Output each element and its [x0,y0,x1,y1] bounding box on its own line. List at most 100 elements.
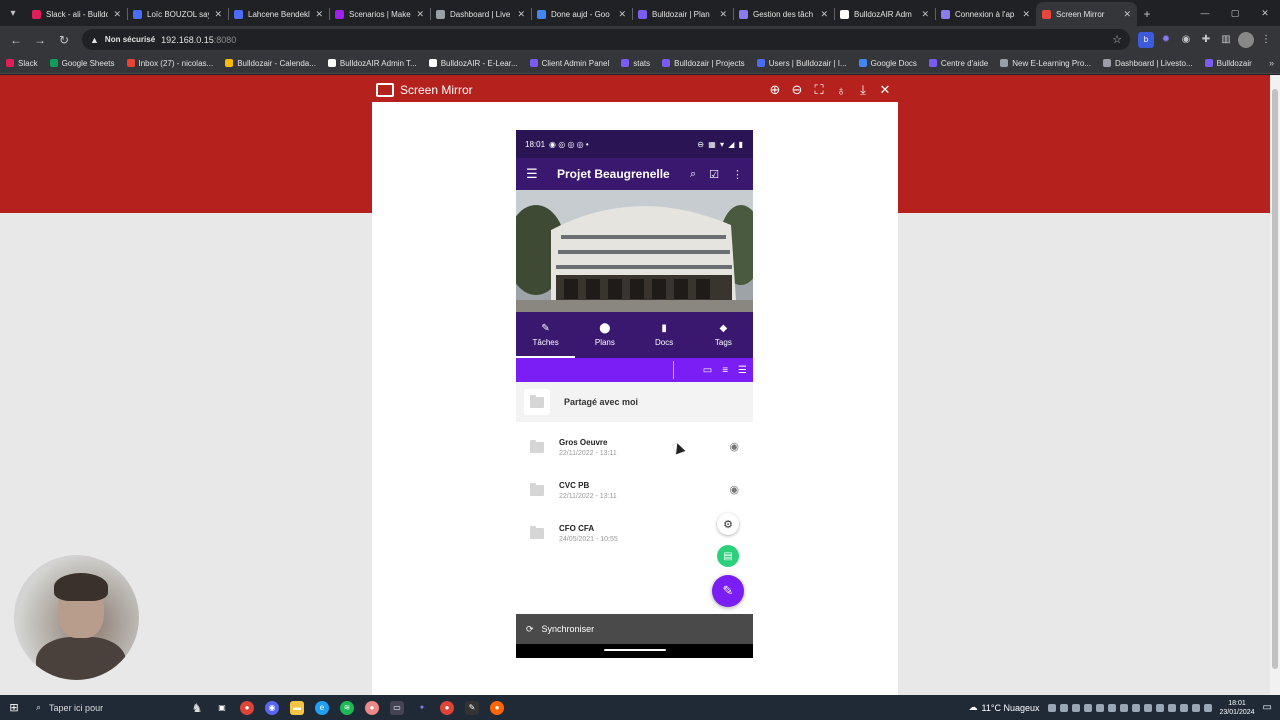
back-icon[interactable]: ← [6,30,26,50]
windows-start-icon[interactable]: ⊞ [0,701,28,714]
spotify-icon[interactable]: ≋ [340,700,354,715]
browser-tab[interactable]: Connexion à l'ap ✕ [935,2,1036,26]
bookmark-item[interactable]: Client Admin Panel [529,59,609,68]
shared-with-me-row[interactable]: Partagé avec moi [516,382,753,422]
tab-search-icon[interactable]: ▾ [0,0,26,26]
chrome-icon[interactable]: ● [240,700,254,715]
visibility-eye-icon[interactable]: ◉ [729,440,739,453]
download-icon[interactable]: ⤓ [856,82,870,98]
scrollbar-thumb[interactable] [1272,89,1278,669]
bookmark-item[interactable]: Dashboard | Livesto... [1102,59,1193,68]
bookmark-item[interactable]: Slack [6,59,38,68]
extension-icon[interactable]: ✹ [1158,32,1174,48]
discord-icon[interactable]: ◉ [265,700,279,715]
project-tab-0[interactable]: ✎ Tâches [516,312,576,358]
bookmark-item[interactable]: Bulldozair - Calenda... [225,59,316,68]
app-icon[interactable]: ✦ [415,701,429,715]
close-icon[interactable]: ✕ [878,82,892,98]
tray-icon[interactable] [1143,703,1152,712]
close-tab-icon[interactable]: ✕ [416,9,424,20]
profile-avatar[interactable] [1238,31,1254,48]
close-tab-icon[interactable]: ✕ [820,9,828,20]
bookmark-item[interactable]: Centre d'aide [928,59,988,68]
browser-menu-icon[interactable]: ⋮ [1258,32,1274,48]
extension-icon[interactable]: ◉ [1178,32,1194,48]
weather-widget[interactable]: ☁ 11°C Nuageux [969,702,1040,713]
tray-icon[interactable] [1179,703,1188,712]
tray-icon[interactable] [1203,703,1212,712]
browser-tab[interactable]: Dashboard | Live ✕ [430,2,531,26]
edit-fab-icon[interactable]: ✎ [712,575,744,607]
browser-tab[interactable]: Lahcene Bendekl ✕ [228,2,329,26]
tray-icon[interactable] [1119,703,1128,712]
bookmark-item[interactable]: Google Sheets [49,59,115,68]
sort-icon[interactable]: ≡ [722,365,728,376]
zebra-icon[interactable]: ♞ [190,701,204,715]
tray-icon[interactable] [1083,703,1092,712]
address-bar[interactable]: ▲ Non sécurisé 192.168.0.15:8080 ☆ [82,29,1130,50]
project-tab-1[interactable]: ⬤ Plans [575,312,634,358]
close-tab-icon[interactable]: ✕ [719,9,727,20]
tray-icon[interactable] [1059,703,1068,712]
browser-tab[interactable]: Bulldozair | Plan ✕ [632,2,733,26]
close-tab-icon[interactable]: ✕ [214,9,222,20]
chrome-icon[interactable]: ● [440,700,454,715]
bookmark-item[interactable]: stats [621,59,650,68]
bookmark-item[interactable]: BulldozAIR - E-Lear... [428,59,518,68]
view-toggle-icon[interactable]: ☰ [738,365,747,376]
overflow-menu-icon[interactable]: ⋮ [732,168,743,181]
live-icon[interactable]: ▭ [390,700,404,715]
sync-bar[interactable]: ⟳ Synchroniser [516,614,753,644]
forward-icon[interactable]: → [30,30,50,50]
bookmark-item[interactable]: Google Docs [858,59,917,68]
browser-tab[interactable]: Gestion des tâch ✕ [733,2,834,26]
browser-tab[interactable]: Slack - ali - Bulldozair ✕ [26,2,127,26]
tray-icon[interactable] [1107,703,1116,712]
folder-row[interactable]: Gros Oeuvre 22/11/2022 - 13:11 ◉ [516,426,753,469]
bookmark-item[interactable]: Bulldozair | Projects [662,59,745,68]
browser-tab[interactable]: Done aujd - Goo ✕ [531,2,632,26]
more-bookmarks-icon[interactable]: » [1269,58,1274,68]
close-tab-icon[interactable]: ✕ [517,9,525,20]
minimize-icon[interactable]: — [1190,0,1220,26]
side-panel-icon[interactable]: ▥ [1218,32,1234,48]
bookmark-item[interactable]: Inbox (27) - nicolas... [126,59,213,68]
close-tab-icon[interactable]: ✕ [113,9,121,20]
maximize-icon[interactable]: ▢ [1220,0,1250,26]
close-tab-icon[interactable]: ✕ [921,9,929,20]
tray-icon[interactable] [1131,703,1140,712]
project-tab-3[interactable]: ◆ Tags [694,312,753,358]
close-tab-icon[interactable]: ✕ [1123,9,1131,20]
bookmark-item[interactable]: Bulldozair [1204,59,1252,68]
folder-icon[interactable]: ▭ [703,365,712,376]
note-fab-icon[interactable]: ▤ [717,545,739,567]
project-tab-2[interactable]: ▮ Docs [635,312,694,358]
tray-icon[interactable] [1191,703,1200,712]
lightbulb-icon[interactable]: ♁ [834,82,848,98]
folder-row[interactable]: CVC PB 22/11/2022 - 13:11 ◉ [516,469,753,512]
browser-tab[interactable]: Screen Mirror ✕ [1036,2,1137,26]
home-handle[interactable] [604,649,666,651]
security-warning[interactable]: Non sécurisé [105,35,155,44]
task-view-icon[interactable]: ▣ [215,701,229,715]
bookmark-item[interactable]: Users | Bulldozair | I... [756,59,847,68]
app-icon[interactable]: ● [365,700,379,715]
visibility-eye-icon[interactable]: ◉ [729,483,739,496]
tray-icon[interactable] [1095,703,1104,712]
notification-icon[interactable]: ▭ [1263,702,1272,713]
close-tab-icon[interactable]: ✕ [315,9,323,20]
app-icon[interactable]: ✎ [465,700,479,715]
close-window-icon[interactable]: ✕ [1250,0,1280,26]
bookmark-star-icon[interactable]: ☆ [1112,33,1122,46]
edge-icon[interactable]: e [315,700,329,715]
browser-tab[interactable]: BulldozAIR Adm ✕ [834,2,935,26]
app-icon[interactable]: ● [490,700,504,715]
search-icon[interactable]: ⌕ [690,168,696,181]
hamburger-menu-icon[interactable]: ☰ [526,166,546,182]
fullscreen-icon[interactable]: ⛶ [812,82,826,98]
extensions-puzzle-icon[interactable]: ✚ [1198,32,1214,48]
checkbox-icon[interactable]: ☑ [709,168,719,181]
new-tab-button[interactable]: + [1137,2,1157,26]
close-tab-icon[interactable]: ✕ [618,9,626,20]
taskbar-search[interactable]: ⌕ Taper ici pour [28,695,158,720]
